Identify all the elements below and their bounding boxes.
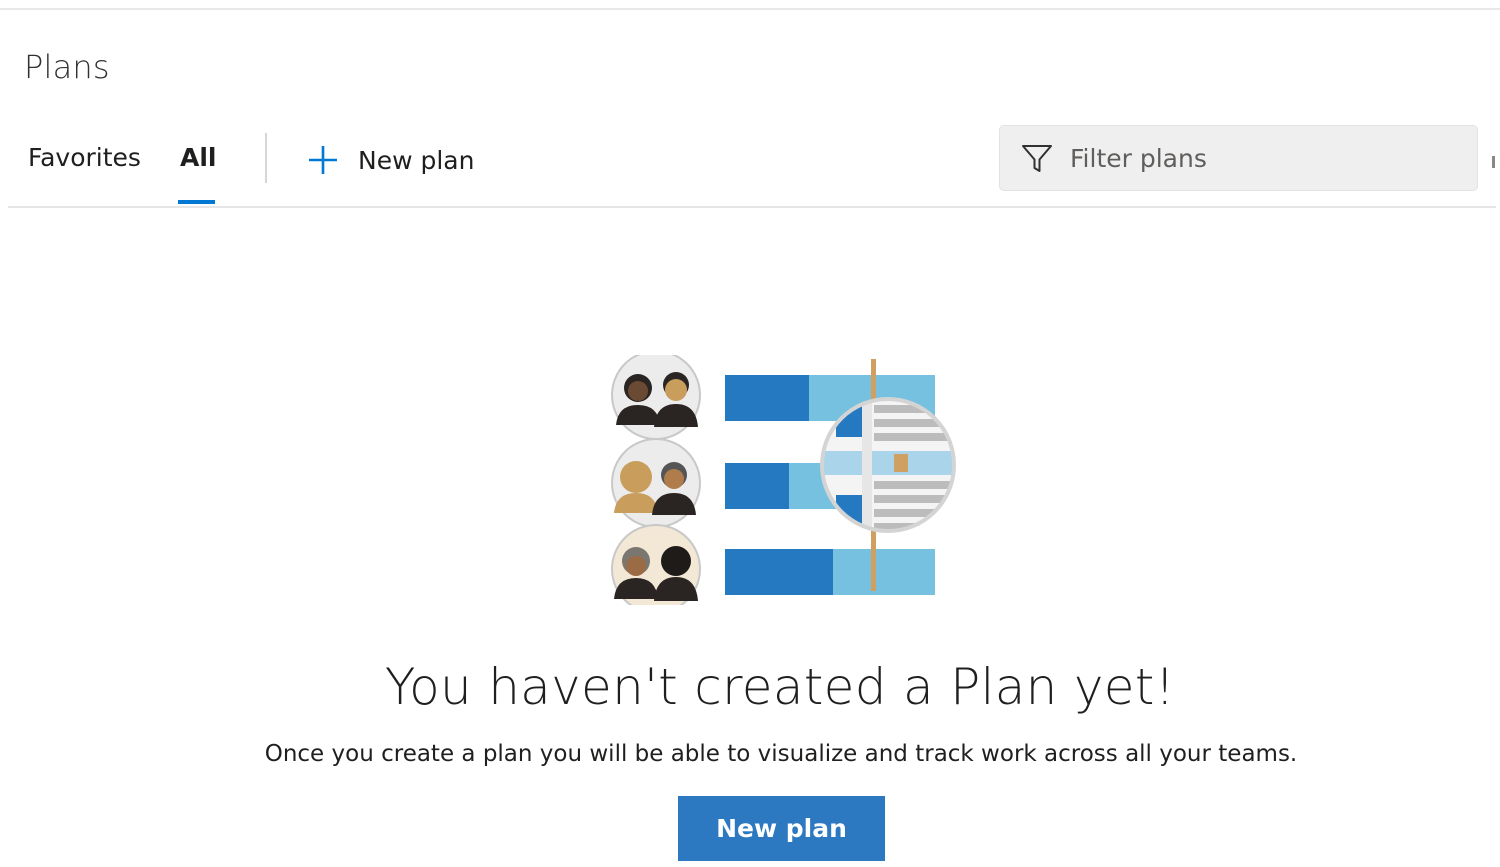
plans-page: Plans Favorites All New plan Filter plan…: [0, 0, 1500, 867]
toolbar-divider: [265, 133, 267, 183]
new-plan-command[interactable]: New plan: [306, 140, 474, 180]
empty-state-heading: You haven't created a Plan yet!: [384, 658, 1176, 716]
overflow-edge-mark: [1492, 156, 1495, 168]
empty-state-description: Once you create a plan you will be able …: [264, 741, 1298, 767]
filter-plans-box[interactable]: [1000, 126, 1477, 190]
team-avatar-icon: [611, 355, 701, 440]
top-divider: [0, 8, 1500, 10]
selected-tab-indicator: [178, 200, 215, 204]
filter-plans-input[interactable]: [1070, 143, 1450, 173]
new-plan-button[interactable]: New plan: [678, 796, 885, 861]
team-avatar-icon: [611, 438, 701, 528]
tab-all[interactable]: All: [180, 143, 217, 172]
team-avatar-icon: [611, 524, 701, 605]
page-title: Plans: [24, 48, 110, 86]
funnel-icon: [1022, 145, 1052, 172]
new-plan-command-label: New plan: [358, 145, 475, 175]
tab-favorites[interactable]: Favorites: [28, 143, 141, 172]
plans-empty-illustration: [611, 355, 956, 605]
toolbar-divider-line: [8, 206, 1496, 208]
plus-icon: [309, 146, 337, 174]
